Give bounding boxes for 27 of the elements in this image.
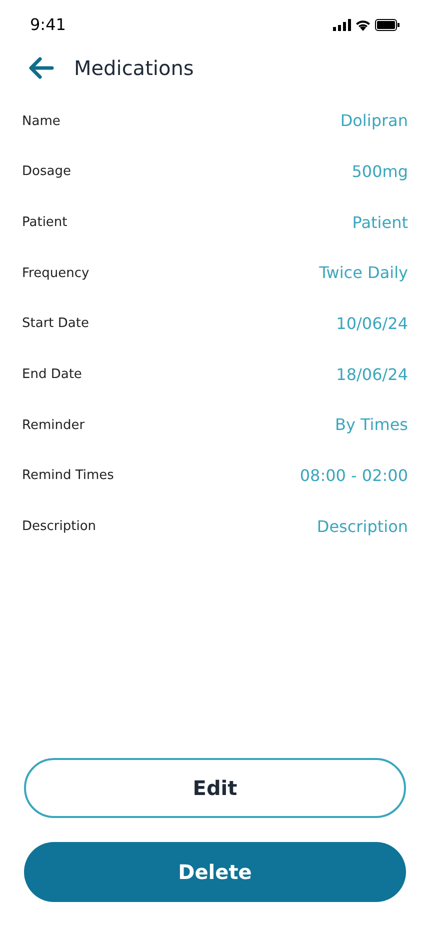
field-value: Twice Daily xyxy=(319,262,408,284)
field-value: Description xyxy=(316,516,408,538)
field-value: 08:00 - 02:00 xyxy=(300,465,408,488)
status-time: 9:41 xyxy=(30,14,66,36)
field-value: 18/06/24 xyxy=(336,364,408,386)
signal-icon xyxy=(333,19,351,31)
field-label: Dosage xyxy=(22,163,71,182)
field-value: 500mg xyxy=(352,161,408,184)
wifi-icon xyxy=(355,19,371,31)
back-button[interactable] xyxy=(28,57,54,79)
edit-button[interactable]: Edit xyxy=(24,758,406,818)
page-title: Medications xyxy=(74,55,194,82)
field-label: Frequency xyxy=(22,264,90,283)
back-arrow-icon xyxy=(28,57,54,79)
field-value: 10/06/24 xyxy=(336,313,408,336)
field-label: Reminder xyxy=(22,416,85,435)
field-value: Dolipran xyxy=(340,110,408,132)
field-value: Patient xyxy=(352,212,408,234)
field-value: By Times xyxy=(334,414,408,436)
field-label: Patient xyxy=(22,214,68,232)
field-label: Start Date xyxy=(22,315,89,334)
field-label: Remind Times xyxy=(22,467,114,486)
field-label: End Date xyxy=(22,366,82,384)
field-label: Name xyxy=(22,112,60,131)
delete-button[interactable]: Delete xyxy=(24,842,406,902)
battery-icon xyxy=(375,19,400,31)
field-label: Description xyxy=(22,518,96,536)
